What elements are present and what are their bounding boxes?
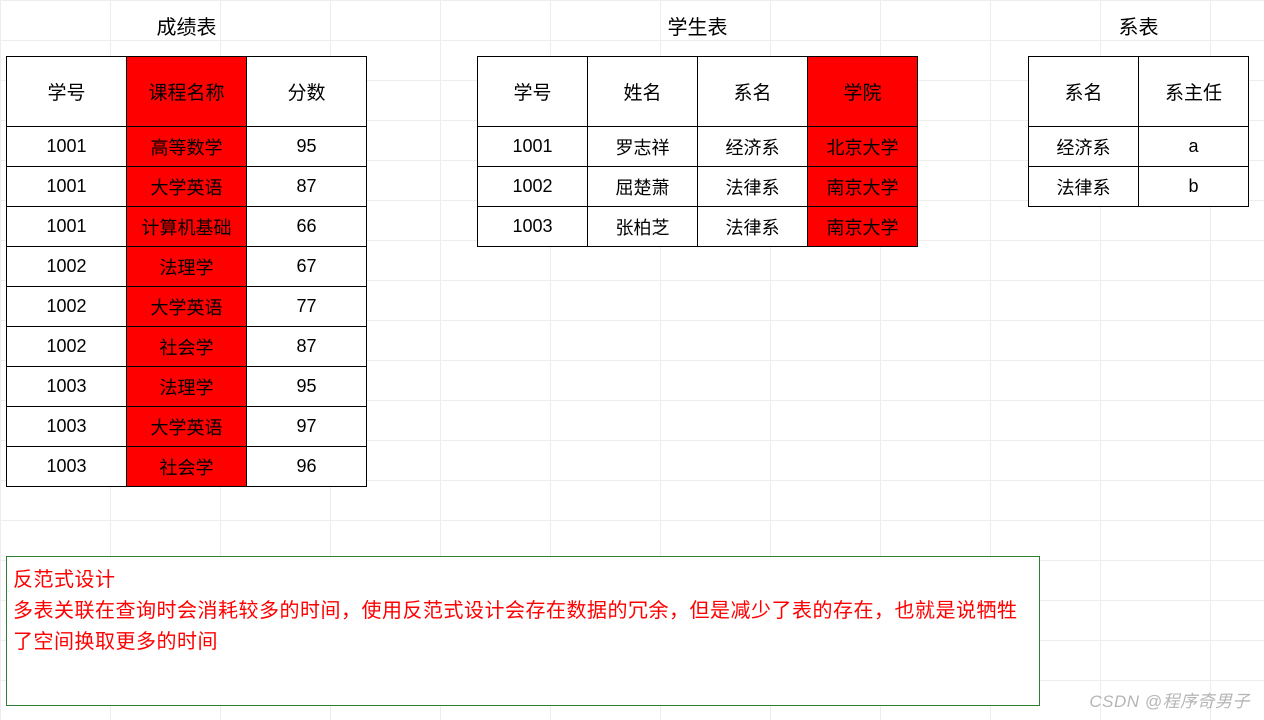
col-dept: 系名: [698, 57, 808, 127]
cell-id: 1001: [7, 167, 127, 207]
cell-id: 1002: [478, 167, 588, 207]
table-header-row: 学号 姓名 系名 学院: [478, 57, 918, 127]
col-student-id: 学号: [478, 57, 588, 127]
cell-college: 南京大学: [808, 167, 918, 207]
table-row: 1002社会学87: [7, 327, 367, 367]
student-table: 学号 姓名 系名 学院 1001罗志祥经济系北京大学 1002屈楚萧法律系南京大…: [477, 56, 918, 247]
cell-id: 1002: [7, 327, 127, 367]
cell-points: 97: [247, 407, 367, 447]
cell-id: 1001: [7, 127, 127, 167]
cell-name: 张柏芝: [588, 207, 698, 247]
cell-id: 1003: [7, 407, 127, 447]
cell-dept: 法律系: [1029, 167, 1139, 207]
col-course-name: 课程名称: [127, 57, 247, 127]
cell-course: 社会学: [127, 447, 247, 487]
cell-college: 北京大学: [808, 127, 918, 167]
cell-id: 1002: [7, 287, 127, 327]
cell-points: 87: [247, 167, 367, 207]
cell-points: 95: [247, 127, 367, 167]
cell-id: 1002: [7, 247, 127, 287]
dept-table-block: 系表 系名 系主任 经济系a 法律系b: [1028, 12, 1249, 207]
table-row: 法律系b: [1029, 167, 1249, 207]
cell-id: 1003: [7, 447, 127, 487]
cell-dept: 经济系: [1029, 127, 1139, 167]
student-table-block: 学生表 学号 姓名 系名 学院 1001罗志祥经济系北京大学 1002屈楚萧法律…: [477, 12, 918, 247]
table-row: 1001大学英语87: [7, 167, 367, 207]
cell-points: 95: [247, 367, 367, 407]
cell-name: 屈楚萧: [588, 167, 698, 207]
score-table-title: 成绩表: [157, 12, 217, 38]
note-box: 反范式设计 多表关联在查询时会消耗较多的时间，使用反范式设计会存在数据的冗余，但…: [6, 556, 1040, 706]
score-table: 学号 课程名称 分数 1001高等数学95 1001大学英语87 1001计算机…: [6, 56, 367, 487]
tables-area: 成绩表 学号 课程名称 分数 1001高等数学95 1001大学英语87 100…: [0, 0, 1264, 487]
col-points: 分数: [247, 57, 367, 127]
cell-points: 67: [247, 247, 367, 287]
cell-course: 高等数学: [127, 127, 247, 167]
cell-dept: 经济系: [698, 127, 808, 167]
cell-points: 87: [247, 327, 367, 367]
table-row: 1002法理学67: [7, 247, 367, 287]
cell-head: a: [1139, 127, 1249, 167]
table-row: 1003张柏芝法律系南京大学: [478, 207, 918, 247]
cell-dept: 法律系: [698, 167, 808, 207]
cell-points: 77: [247, 287, 367, 327]
watermark: CSDN @程序奇男子: [1089, 687, 1250, 712]
cell-course: 大学英语: [127, 407, 247, 447]
cell-dept: 法律系: [698, 207, 808, 247]
table-row: 1002屈楚萧法律系南京大学: [478, 167, 918, 207]
cell-id: 1003: [478, 207, 588, 247]
table-row: 1001计算机基础66: [7, 207, 367, 247]
col-dept: 系名: [1029, 57, 1139, 127]
table-row: 1003大学英语97: [7, 407, 367, 447]
cell-points: 96: [247, 447, 367, 487]
cell-head: b: [1139, 167, 1249, 207]
score-table-block: 成绩表 学号 课程名称 分数 1001高等数学95 1001大学英语87 100…: [6, 12, 367, 487]
col-college: 学院: [808, 57, 918, 127]
cell-id: 1001: [7, 207, 127, 247]
cell-name: 罗志祥: [588, 127, 698, 167]
table-row: 1001高等数学95: [7, 127, 367, 167]
cell-course: 大学英语: [127, 287, 247, 327]
table-row: 1002大学英语77: [7, 287, 367, 327]
table-row: 1003法理学95: [7, 367, 367, 407]
cell-course: 法理学: [127, 367, 247, 407]
dept-table-title: 系表: [1119, 12, 1159, 38]
student-table-title: 学生表: [668, 12, 728, 38]
cell-course: 法理学: [127, 247, 247, 287]
col-student-id: 学号: [7, 57, 127, 127]
cell-course: 计算机基础: [127, 207, 247, 247]
table-header-row: 学号 课程名称 分数: [7, 57, 367, 127]
table-header-row: 系名 系主任: [1029, 57, 1249, 127]
cell-course: 大学英语: [127, 167, 247, 207]
col-student-name: 姓名: [588, 57, 698, 127]
cell-id: 1003: [7, 367, 127, 407]
cell-id: 1001: [478, 127, 588, 167]
col-dept-head: 系主任: [1139, 57, 1249, 127]
cell-course: 社会学: [127, 327, 247, 367]
table-row: 1001罗志祥经济系北京大学: [478, 127, 918, 167]
note-title: 反范式设计: [13, 565, 1033, 596]
table-row: 经济系a: [1029, 127, 1249, 167]
table-row: 1003社会学96: [7, 447, 367, 487]
note-body: 多表关联在查询时会消耗较多的时间，使用反范式设计会存在数据的冗余，但是减少了表的…: [13, 596, 1033, 658]
dept-table: 系名 系主任 经济系a 法律系b: [1028, 56, 1249, 207]
cell-points: 66: [247, 207, 367, 247]
cell-college: 南京大学: [808, 207, 918, 247]
